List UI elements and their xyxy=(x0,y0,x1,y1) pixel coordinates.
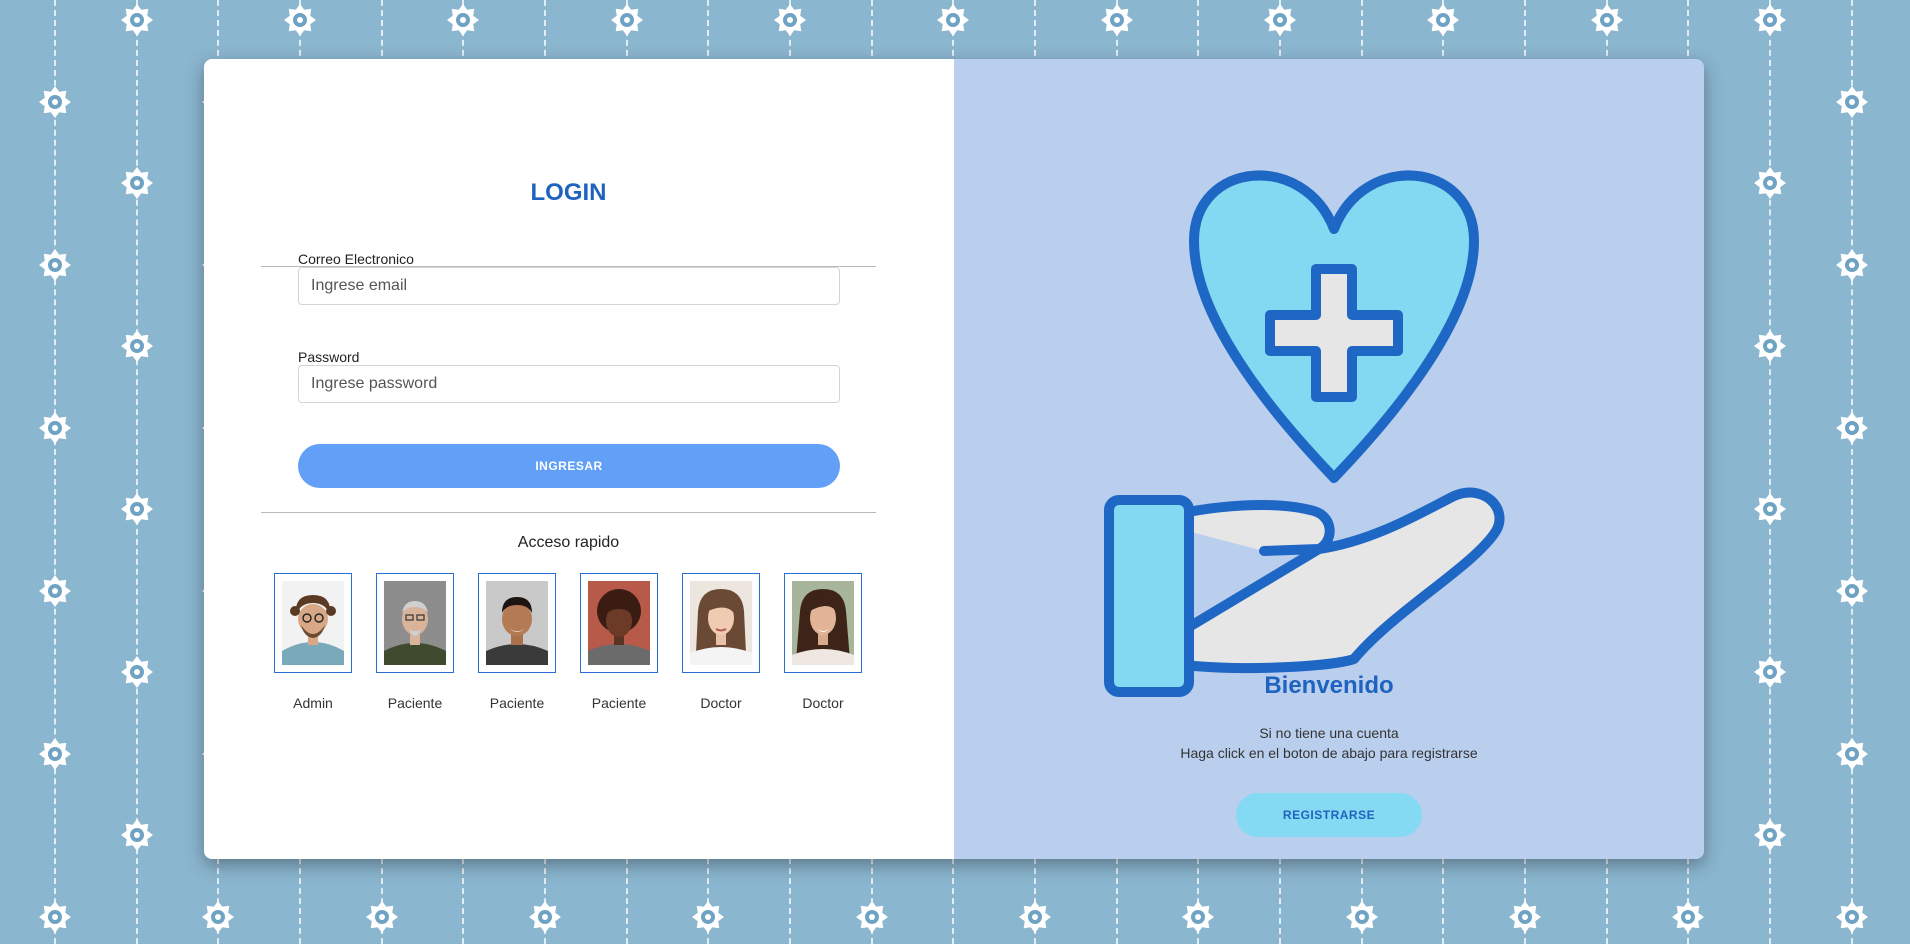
pattern-line xyxy=(136,0,138,944)
welcome-panel: Bienvenido Si no tiene una cuenta Haga c… xyxy=(954,59,1704,859)
star-pattern-icon xyxy=(1836,901,1868,933)
quick-access-divider xyxy=(261,512,876,513)
quick-access-role: Paciente xyxy=(489,695,545,711)
quick-access-role: Paciente xyxy=(387,695,443,711)
pattern-line xyxy=(54,0,56,944)
avatar[interactable] xyxy=(682,573,760,673)
avatar[interactable] xyxy=(274,573,352,673)
star-pattern-icon xyxy=(284,4,316,36)
user-photo xyxy=(792,581,854,665)
star-pattern-icon xyxy=(1346,901,1378,933)
star-pattern-icon xyxy=(1101,4,1133,36)
user-photo xyxy=(384,581,446,665)
quick-access-role: Doctor xyxy=(700,695,742,711)
welcome-text-line2: Haga click en el boton de abajo para reg… xyxy=(1180,745,1478,761)
star-pattern-icon xyxy=(39,249,71,281)
quick-access-admin[interactable]: Admin xyxy=(274,573,352,711)
email-input[interactable] xyxy=(298,267,840,305)
star-pattern-icon xyxy=(692,901,724,933)
quick-access-list: Admin Paciente Paciente Paciente Doctor … xyxy=(274,573,862,711)
pattern-line xyxy=(1851,0,1853,944)
star-pattern-icon xyxy=(447,4,479,36)
star-pattern-icon xyxy=(1836,738,1868,770)
star-pattern-icon xyxy=(1836,412,1868,444)
star-pattern-icon xyxy=(121,167,153,199)
star-pattern-icon xyxy=(1754,4,1786,36)
star-pattern-icon xyxy=(1591,4,1623,36)
login-card: LOGIN Correo Electronico Password INGRES… xyxy=(204,59,1704,859)
star-pattern-icon xyxy=(1754,656,1786,688)
star-pattern-icon xyxy=(1427,4,1459,36)
register-button[interactable]: REGISTRARSE xyxy=(1236,793,1422,837)
quick-access-role: Doctor xyxy=(802,695,844,711)
star-pattern-icon xyxy=(1509,901,1541,933)
star-pattern-icon xyxy=(1836,86,1868,118)
heart-hand-care-icon xyxy=(1104,170,1505,697)
avatar[interactable] xyxy=(784,573,862,673)
avatar[interactable] xyxy=(376,573,454,673)
star-pattern-icon xyxy=(121,4,153,36)
star-pattern-icon xyxy=(1754,493,1786,525)
star-pattern-icon xyxy=(39,412,71,444)
star-pattern-icon xyxy=(1836,249,1868,281)
star-pattern-icon xyxy=(121,330,153,362)
star-pattern-icon xyxy=(39,738,71,770)
star-pattern-icon xyxy=(202,901,234,933)
star-pattern-icon xyxy=(856,901,888,933)
avatar[interactable] xyxy=(580,573,658,673)
star-pattern-icon xyxy=(39,86,71,118)
star-pattern-icon xyxy=(1836,575,1868,607)
quick-access-role: Admin xyxy=(293,695,333,711)
avatar[interactable] xyxy=(478,573,556,673)
star-pattern-icon xyxy=(529,901,561,933)
star-pattern-icon xyxy=(1754,167,1786,199)
password-input[interactable] xyxy=(298,365,840,403)
pattern-line xyxy=(1769,0,1771,944)
star-pattern-icon xyxy=(774,4,806,36)
star-pattern-icon xyxy=(1754,330,1786,362)
login-title: LOGIN xyxy=(530,179,607,206)
password-label: Password xyxy=(298,349,360,365)
star-pattern-icon xyxy=(1754,819,1786,851)
quick-access-paciente-1[interactable]: Paciente xyxy=(376,573,454,711)
login-button[interactable]: INGRESAR xyxy=(298,444,840,488)
star-pattern-icon xyxy=(121,493,153,525)
star-pattern-icon xyxy=(39,901,71,933)
quick-access-paciente-2[interactable]: Paciente xyxy=(478,573,556,711)
welcome-text-line1: Si no tiene una cuenta xyxy=(1259,725,1399,741)
user-photo xyxy=(282,581,344,665)
quick-access-title: Acceso rapido xyxy=(517,534,620,551)
user-photo xyxy=(588,581,650,665)
star-pattern-icon xyxy=(39,575,71,607)
star-pattern-icon xyxy=(1672,901,1704,933)
login-panel: LOGIN Correo Electronico Password INGRES… xyxy=(204,59,954,859)
star-pattern-icon xyxy=(121,656,153,688)
star-pattern-icon xyxy=(1019,901,1051,933)
user-photo xyxy=(486,581,548,665)
quick-access-doctor-1[interactable]: Doctor xyxy=(682,573,760,711)
quick-access-role: Paciente xyxy=(591,695,647,711)
quick-access-paciente-3[interactable]: Paciente xyxy=(580,573,658,711)
user-photo xyxy=(690,581,752,665)
star-pattern-icon xyxy=(121,819,153,851)
star-pattern-icon xyxy=(366,901,398,933)
star-pattern-icon xyxy=(1264,4,1296,36)
star-pattern-icon xyxy=(937,4,969,36)
star-pattern-icon xyxy=(611,4,643,36)
star-pattern-icon xyxy=(1182,901,1214,933)
quick-access-doctor-2[interactable]: Doctor xyxy=(784,573,862,711)
welcome-title: Bienvenido xyxy=(1264,672,1394,699)
email-label: Correo Electronico xyxy=(298,251,414,267)
